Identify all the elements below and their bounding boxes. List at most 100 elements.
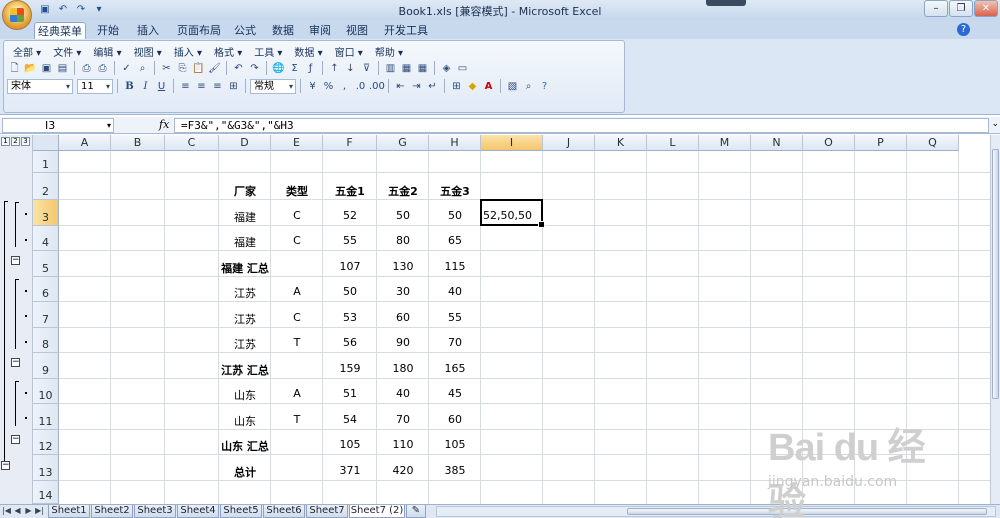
save-icon[interactable]: ▣: [39, 61, 54, 76]
sheet-tab[interactable]: Sheet1: [48, 505, 90, 518]
menu-format[interactable]: 格式 ▾: [208, 44, 248, 59]
value-cell[interactable]: 53: [323, 311, 377, 324]
collapse-group-button[interactable]: −: [11, 256, 20, 265]
autosum-icon[interactable]: Σ: [287, 61, 302, 76]
value-cell[interactable]: 107: [323, 260, 377, 273]
value-cell[interactable]: 51: [323, 387, 377, 400]
minimize-button[interactable]: –: [924, 0, 948, 17]
subtotal-label-cell[interactable]: 山东 汇总: [199, 438, 291, 454]
collapse-group-button[interactable]: −: [11, 435, 20, 444]
row-header-6[interactable]: 6: [33, 277, 59, 302]
row-header-1[interactable]: 1: [33, 151, 59, 173]
grid-icon[interactable]: ▦: [415, 61, 430, 76]
vendor-cell[interactable]: 福建: [219, 209, 271, 225]
insert-function-button[interactable]: fx: [159, 118, 169, 131]
row-header-12[interactable]: 12: [33, 430, 59, 455]
print-icon[interactable]: ⎙: [95, 61, 110, 76]
value-cell[interactable]: 40: [377, 387, 429, 400]
maximize-button[interactable]: ❐: [949, 0, 973, 17]
column-header-o[interactable]: O: [803, 135, 855, 151]
vendor-cell[interactable]: 江苏: [219, 285, 271, 301]
value-cell[interactable]: 105: [323, 438, 377, 451]
value-cell[interactable]: 56: [323, 336, 377, 349]
subtotal-label-cell[interactable]: 福建 汇总: [199, 260, 291, 276]
value-cell[interactable]: 50: [377, 209, 429, 222]
type-cell[interactable]: C: [271, 311, 323, 324]
vendor-cell[interactable]: 福建: [219, 234, 271, 250]
sort-descending-icon[interactable]: ↓: [343, 61, 358, 76]
sheet-tab[interactable]: Sheet5: [220, 505, 262, 518]
value-cell[interactable]: 130: [377, 260, 429, 273]
value-cell[interactable]: 115: [429, 260, 481, 273]
table-header-cell[interactable]: 类型: [271, 183, 323, 199]
value-cell[interactable]: 50: [429, 209, 481, 222]
name-box[interactable]: I3: [2, 118, 114, 133]
office-button[interactable]: [2, 0, 32, 30]
column-header-a[interactable]: A: [59, 135, 111, 151]
value-cell[interactable]: 80: [377, 234, 429, 247]
insert-sheet-icon[interactable]: ✎: [406, 505, 426, 518]
value-cell[interactable]: 45: [429, 387, 481, 400]
bold-button[interactable]: B: [122, 79, 137, 94]
value-cell[interactable]: 180: [377, 362, 429, 375]
tab-home[interactable]: 开始: [93, 22, 123, 39]
type-cell[interactable]: T: [271, 336, 323, 349]
new-file-icon[interactable]: 🗋: [7, 61, 22, 76]
align-center-icon[interactable]: ≡: [194, 79, 209, 94]
value-cell[interactable]: 30: [377, 285, 429, 298]
column-header-h[interactable]: H: [429, 135, 481, 151]
column-header-f[interactable]: F: [323, 135, 377, 151]
sheet-tab[interactable]: Sheet6: [263, 505, 305, 518]
help-icon[interactable]: ?: [957, 23, 970, 36]
font-name-dropdown[interactable]: 宋体: [7, 78, 73, 94]
last-sheet-icon[interactable]: ▶|: [35, 506, 44, 515]
sort-ascending-icon[interactable]: ↑: [327, 61, 342, 76]
font-color-icon[interactable]: A: [481, 79, 496, 94]
increase-decimal-icon[interactable]: .0: [353, 79, 368, 94]
vendor-cell[interactable]: 江苏: [219, 336, 271, 352]
row-header-2[interactable]: 2: [33, 173, 59, 200]
column-header-i[interactable]: I: [481, 135, 543, 151]
column-header-q[interactable]: Q: [907, 135, 959, 151]
value-cell[interactable]: 54: [323, 413, 377, 426]
value-cell[interactable]: 52: [323, 209, 377, 222]
vertical-scrollbar[interactable]: [990, 135, 1000, 504]
collapse-group-button[interactable]: −: [11, 358, 20, 367]
value-cell[interactable]: 420: [377, 464, 429, 477]
outline-level-2-button[interactable]: 2: [11, 137, 20, 146]
row-header-13[interactable]: 13: [33, 455, 59, 481]
font-size-dropdown[interactable]: 11: [77, 78, 113, 94]
vendor-cell[interactable]: 江苏: [219, 311, 271, 327]
row-header-4[interactable]: 4: [33, 226, 59, 251]
drawing-icon[interactable]: ◈: [439, 61, 454, 76]
column-header-e[interactable]: E: [271, 135, 323, 151]
value-cell[interactable]: 60: [429, 413, 481, 426]
align-right-icon[interactable]: ≡: [210, 79, 225, 94]
align-left-icon[interactable]: ≡: [178, 79, 193, 94]
collapse-level1-button[interactable]: −: [1, 461, 10, 470]
column-header-g[interactable]: G: [377, 135, 429, 151]
table-header-cell[interactable]: 五金2: [377, 183, 429, 199]
tab-developer[interactable]: 开发工具: [384, 22, 428, 39]
value-cell[interactable]: 70: [429, 336, 481, 349]
menu-help[interactable]: 帮助 ▾: [369, 44, 409, 59]
value-cell[interactable]: 105: [429, 438, 481, 451]
number-format-dropdown[interactable]: 常规: [250, 78, 296, 94]
tab-view[interactable]: 视图: [342, 22, 372, 39]
comma-button[interactable]: ,: [337, 79, 352, 94]
table-header-cell[interactable]: 厂家: [219, 183, 271, 199]
row-header-3[interactable]: 3: [33, 200, 59, 226]
tab-data[interactable]: 数据: [268, 22, 298, 39]
merge-center-icon[interactable]: ⊞: [226, 79, 241, 94]
value-cell[interactable]: 65: [429, 234, 481, 247]
value-cell[interactable]: 90: [377, 336, 429, 349]
column-header-j[interactable]: J: [543, 135, 595, 151]
menu-window[interactable]: 窗口 ▾: [329, 44, 369, 59]
first-sheet-icon[interactable]: |◀: [2, 506, 11, 515]
value-cell[interactable]: 159: [323, 362, 377, 375]
column-header-b[interactable]: B: [111, 135, 165, 151]
menu-insert[interactable]: 插入 ▾: [168, 44, 208, 59]
value-cell[interactable]: 55: [429, 311, 481, 324]
italic-button[interactable]: I: [138, 79, 153, 94]
column-header-k[interactable]: K: [595, 135, 647, 151]
